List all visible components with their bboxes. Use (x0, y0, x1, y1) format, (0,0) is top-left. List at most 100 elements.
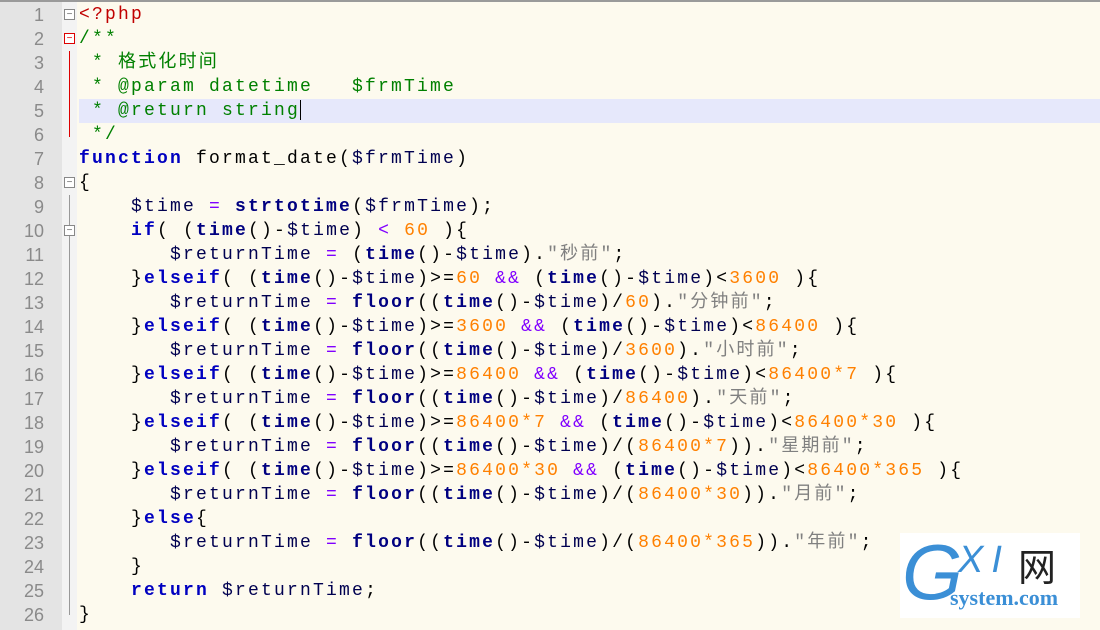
token-id: ( ( (222, 317, 262, 337)
token-var: $returnTime (79, 293, 314, 313)
code-line[interactable]: 4 * @param datetime $frmTime (0, 75, 1100, 99)
token-id: } (79, 269, 145, 289)
line-number: 2 (33, 29, 44, 49)
code-line[interactable]: 6 */ (0, 123, 1100, 147)
token-var: $returnTime (79, 245, 314, 265)
token-id: (( (417, 533, 444, 553)
token-id: ( ( (157, 221, 197, 241)
token-id: )>= (417, 365, 457, 385)
fold-line (69, 99, 70, 123)
code-line[interactable]: 2 −/** (0, 27, 1100, 51)
code-text: * @param datetime $frmTime (79, 75, 456, 99)
token-num: 86400*365 (807, 461, 925, 481)
token-str: "秒前" (547, 245, 614, 265)
code-line[interactable]: 11 $returnTime = (time()-$time)."秒前"; (0, 243, 1100, 267)
code-text: { (79, 171, 92, 195)
token-id: )< (742, 365, 769, 385)
token-var: $time (703, 413, 769, 433)
code-line[interactable]: 1 − <?php (0, 3, 1100, 27)
token-cm: */ (79, 125, 119, 145)
token-id: ( (612, 461, 626, 481)
code-line[interactable]: 14 }elseif( (time()-$time)>=3600 && (tim… (0, 315, 1100, 339)
token-id: ()- (313, 461, 353, 481)
token-id: )/ (599, 341, 626, 361)
fold-line (69, 315, 70, 339)
token-id: ()- (417, 245, 457, 265)
line-number: 14 (23, 317, 44, 337)
code-line[interactable]: 20 }elseif( (time()-$time)>=86400*30 && … (0, 459, 1100, 483)
token-id: } (79, 509, 145, 529)
token-id: ). (677, 341, 704, 361)
code-line[interactable]: 3 * 格式化时间 (0, 51, 1100, 75)
fold-toggle-icon[interactable]: − (64, 9, 75, 20)
code-line[interactable]: 19 $returnTime = floor((time()-$time)/(8… (0, 435, 1100, 459)
token-id: ()- (495, 437, 535, 457)
fold-line (69, 387, 70, 411)
code-text: } (79, 603, 92, 627)
token-id: ()- (625, 317, 665, 337)
token-id: ; (763, 293, 777, 313)
token-var: $returnTime (79, 485, 314, 505)
token-fn: floor (352, 341, 418, 361)
token-fn: floor (352, 533, 418, 553)
token-num: 86400*365 (638, 533, 756, 553)
code-line[interactable]: 17 $returnTime = floor((time()-$time)/86… (0, 387, 1100, 411)
line-number: 7 (33, 149, 44, 169)
token-fn: floor (352, 389, 418, 409)
code-line[interactable]: 13 $returnTime = floor((time()-$time)/60… (0, 291, 1100, 315)
code-line[interactable]: 16 }elseif( (time()-$time)>=86400 && (ti… (0, 363, 1100, 387)
token-id: ; (860, 533, 874, 553)
code-line[interactable]: 8 −{ (0, 171, 1100, 195)
code-text: $returnTime = floor((time()-$time)/(8640… (79, 483, 861, 507)
token-op: = (313, 389, 353, 409)
token-id: ){ (859, 365, 899, 385)
code-line[interactable]: 18 }elseif( (time()-$time)>=86400*7 && (… (0, 411, 1100, 435)
code-line[interactable]: 21 $returnTime = floor((time()-$time)/(8… (0, 483, 1100, 507)
token-var: $frmTime (365, 197, 470, 217)
token-var: $time (352, 269, 418, 289)
fold-toggle-icon[interactable]: − (64, 177, 75, 188)
token-fn: time (196, 221, 249, 241)
token-num: 86400 (456, 365, 522, 385)
code-line[interactable]: 7 function format_date($frmTime) (0, 147, 1100, 171)
token-id: } (79, 461, 145, 481)
token-id: )>= (417, 413, 457, 433)
token-id: ) (352, 221, 379, 241)
code-line[interactable]: 9 $time = strtotime($frmTime); (0, 195, 1100, 219)
token-id: )>= (417, 317, 457, 337)
code-line[interactable]: 5 * @return string (0, 99, 1100, 123)
token-var: $time (534, 293, 600, 313)
code-text: $time = strtotime($frmTime); (79, 195, 495, 219)
fold-toggle-icon[interactable]: − (64, 225, 75, 236)
token-fn: time (547, 269, 600, 289)
fold-toggle-icon[interactable]: − (64, 33, 75, 44)
token-num: 86400*30 (794, 413, 899, 433)
token-var: $time (664, 317, 730, 337)
fold-line (69, 243, 70, 267)
token-kw: return (79, 581, 210, 601)
token-id: ()- (495, 389, 535, 409)
token-id: ); (469, 197, 496, 217)
token-id: ( (534, 269, 548, 289)
code-line[interactable]: 10 − if( (time()-$time) < 60 ){ (0, 219, 1100, 243)
code-text: * 格式化时间 (79, 51, 219, 75)
token-cm: * @param datetime $frmTime (79, 77, 457, 97)
token-fn: time (365, 245, 418, 265)
token-id: )/( (599, 485, 639, 505)
token-id: )< (781, 461, 808, 481)
token-var: $time (534, 389, 600, 409)
token-num: 3600 (456, 317, 509, 337)
line-number: 12 (23, 269, 44, 289)
line-number: 20 (23, 461, 44, 481)
token-fn: time (261, 365, 314, 385)
token-id: ; (782, 389, 796, 409)
token-id: ()- (599, 269, 639, 289)
token-id: ( (560, 317, 574, 337)
fold-line (69, 267, 70, 291)
code-line[interactable]: 15 $returnTime = floor((time()-$time)/36… (0, 339, 1100, 363)
line-number: 15 (23, 341, 44, 361)
token-id: )>= (417, 461, 457, 481)
code-line[interactable]: 12 }elseif( (time()-$time)>=60 && (time(… (0, 267, 1100, 291)
token-op: && (508, 317, 561, 337)
token-num: 3600 (625, 341, 678, 361)
